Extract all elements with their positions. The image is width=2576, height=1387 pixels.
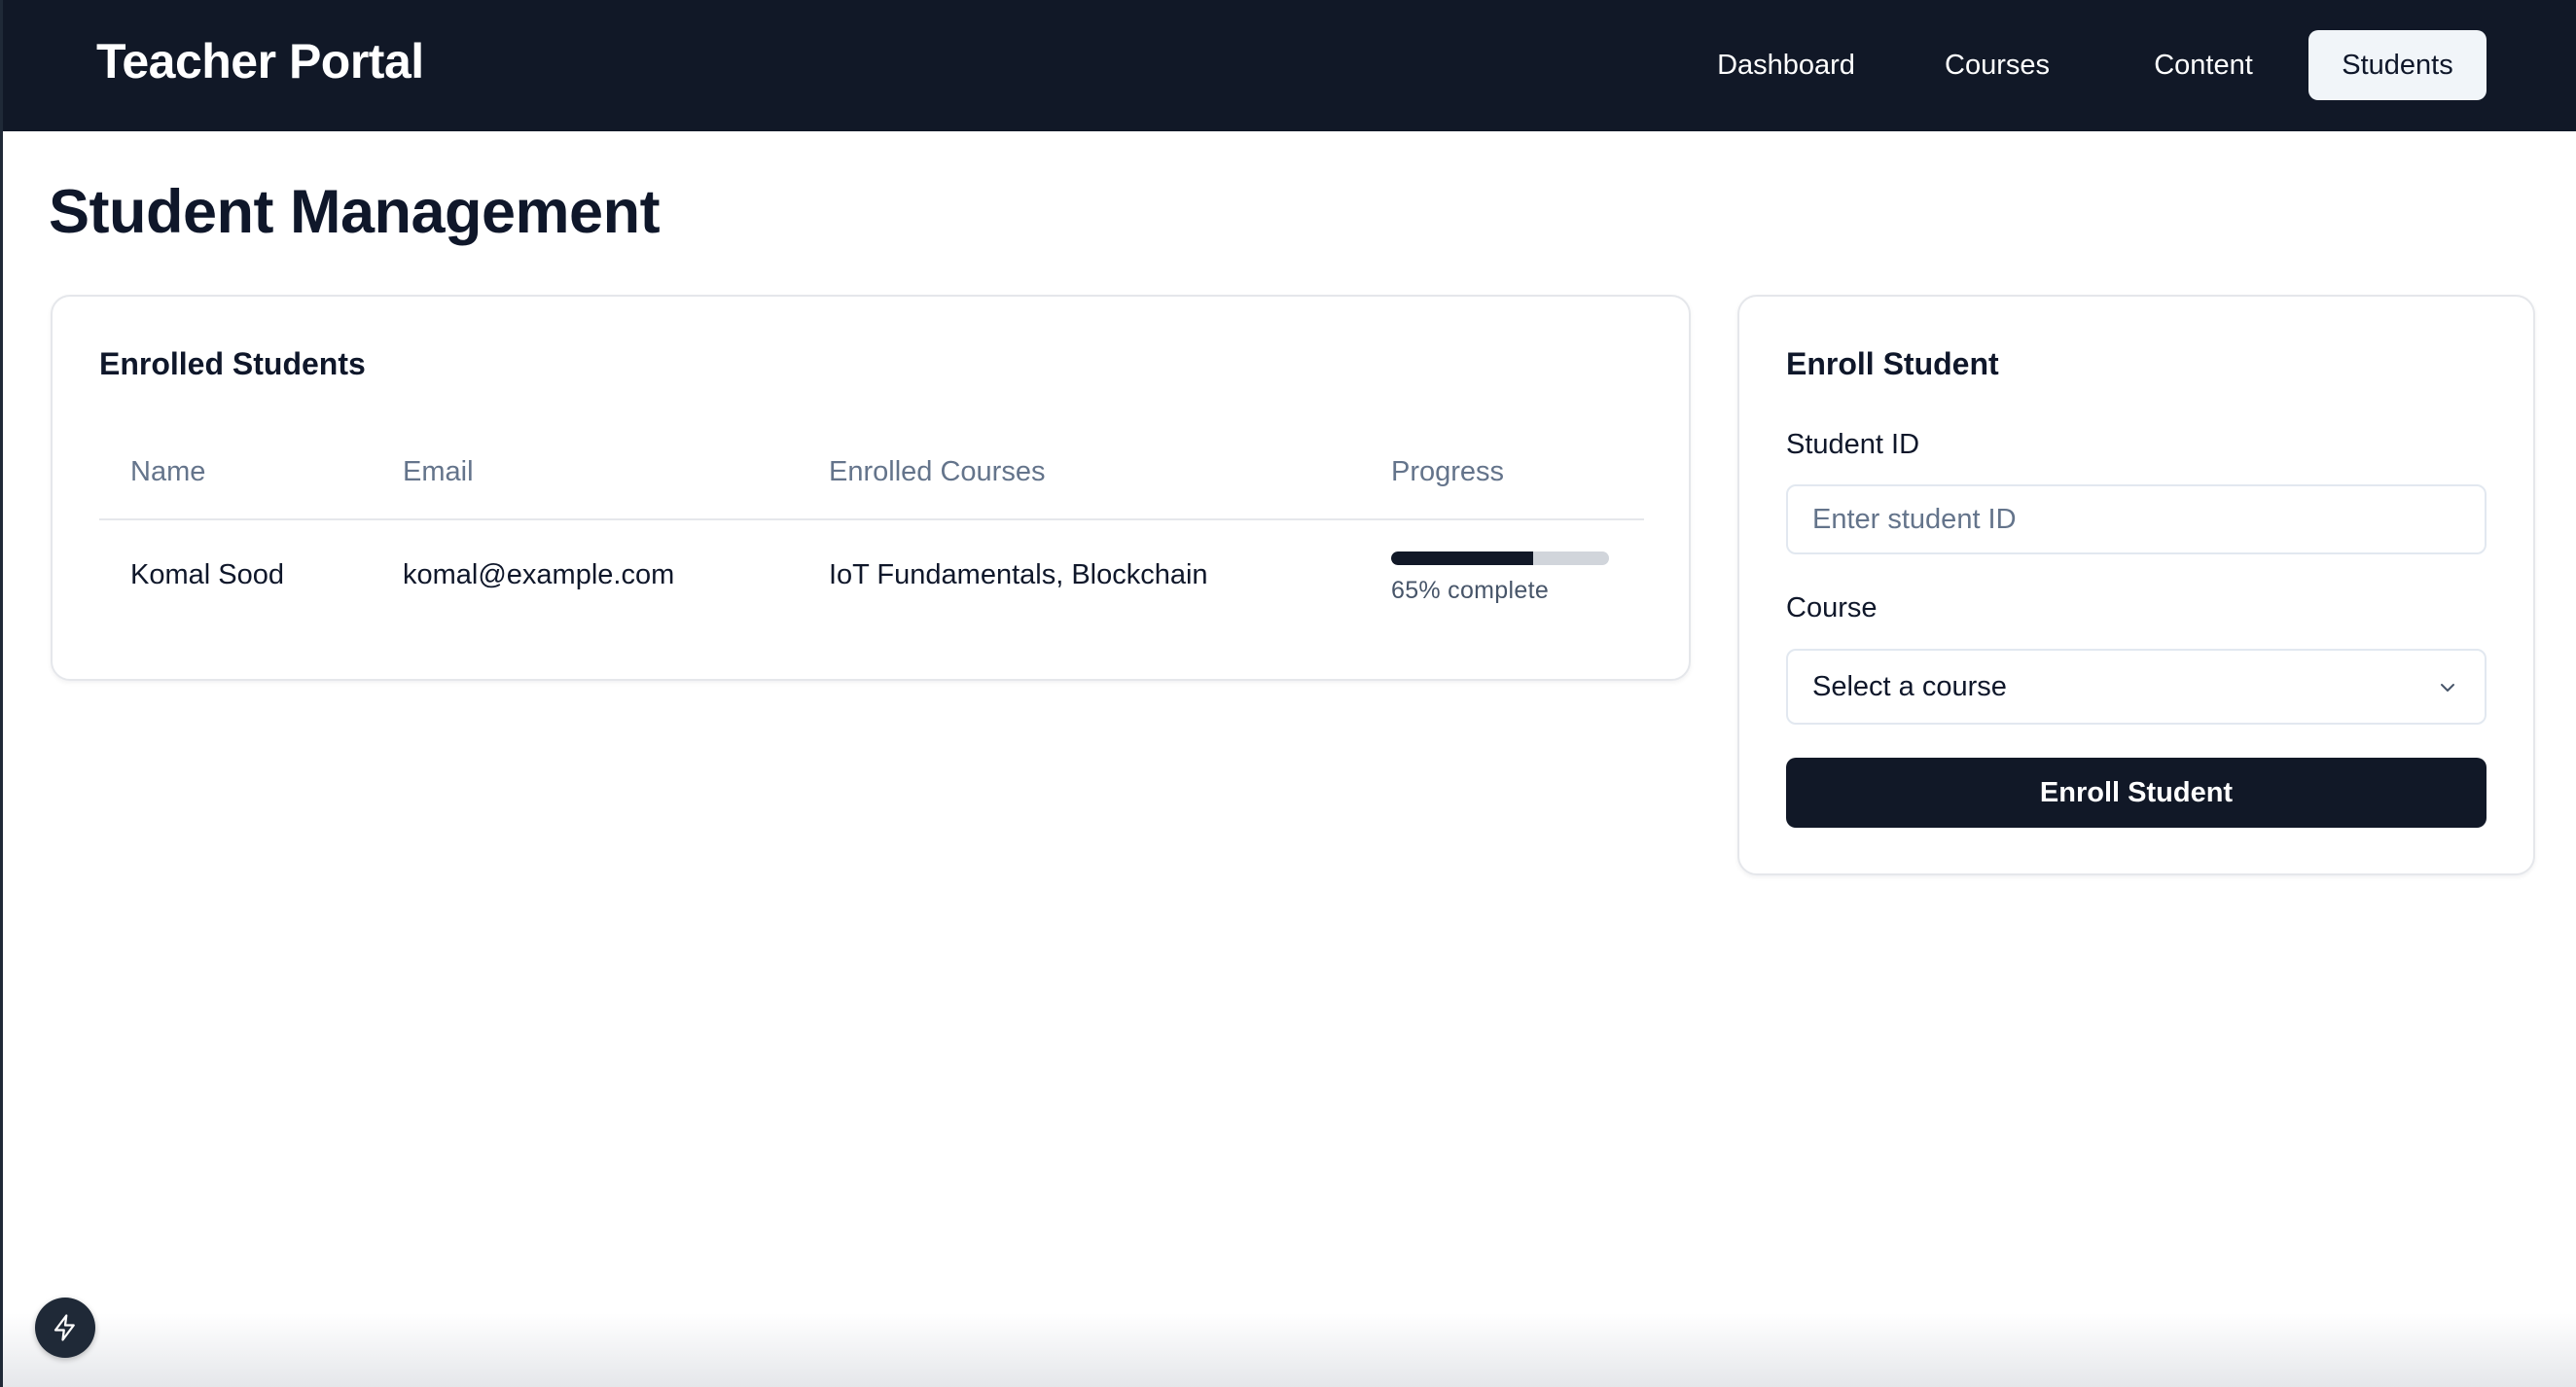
- progress-text: 65% complete: [1391, 577, 1550, 604]
- student-email: komal@example.com: [403, 559, 675, 590]
- student-id-input[interactable]: [1786, 484, 2487, 554]
- chevron-down-icon: [2441, 684, 2454, 692]
- enrolled-students-title: Enrolled Students: [99, 346, 366, 381]
- enrolled-students-card: Enrolled Students Name Email Enrolled Co…: [51, 295, 1691, 681]
- progress-bar: [1391, 551, 1609, 565]
- nav-courses[interactable]: Courses: [1888, 30, 2106, 100]
- student-name: Komal Sood: [130, 559, 284, 590]
- column-header-email: Email: [403, 456, 474, 487]
- column-header-progress: Progress: [1391, 456, 1505, 487]
- student-courses: IoT Fundamentals, Blockchain: [829, 559, 1208, 590]
- table-row: Komal Sood komal@example.com IoT Fundame…: [99, 522, 1644, 639]
- lightning-icon: [54, 1314, 75, 1341]
- main-nav: Dashboard Courses Content Students: [1684, 30, 2487, 100]
- page-title: Student Management: [49, 178, 661, 246]
- student-id-label: Student ID: [1786, 429, 1920, 460]
- course-select-value: Select a course: [1812, 670, 2007, 702]
- enroll-student-button[interactable]: Enroll Student: [1786, 758, 2487, 828]
- enroll-student-card: Enroll Student Student ID Course Select …: [1737, 295, 2535, 875]
- nav-content[interactable]: Content: [2106, 30, 2301, 100]
- top-navbar: Teacher Portal Dashboard Courses Content…: [3, 0, 2576, 131]
- table-header: Name Email Enrolled Courses Progress: [99, 433, 1644, 520]
- brand-title: Teacher Portal: [96, 34, 424, 89]
- app-window: Teacher Portal Dashboard Courses Content…: [0, 0, 2576, 1387]
- column-header-enrolled-courses: Enrolled Courses: [829, 456, 1046, 487]
- column-header-name: Name: [130, 456, 206, 487]
- nav-dashboard[interactable]: Dashboard: [1684, 30, 1888, 100]
- enroll-student-title: Enroll Student: [1786, 346, 1999, 381]
- course-label: Course: [1786, 592, 1878, 623]
- course-select[interactable]: Select a course: [1786, 649, 2487, 725]
- progress-bar-fill: [1391, 551, 1533, 565]
- nav-students[interactable]: Students: [2308, 30, 2487, 100]
- bottom-fade: [3, 1313, 2576, 1387]
- floating-action-button[interactable]: [35, 1298, 95, 1358]
